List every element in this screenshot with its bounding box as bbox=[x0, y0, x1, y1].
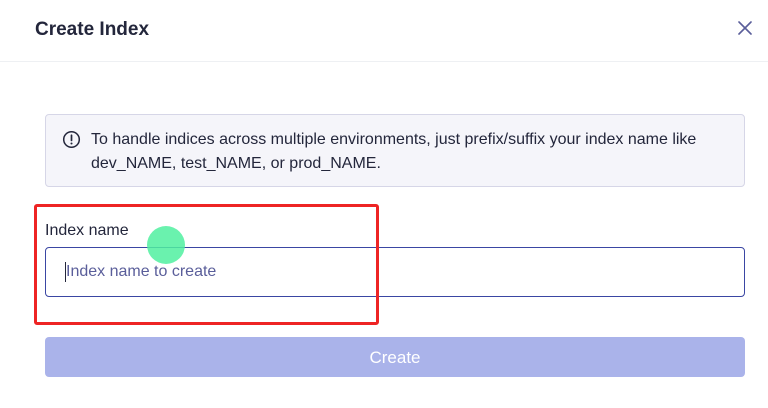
create-button[interactable]: Create bbox=[45, 337, 745, 377]
highlight-annotation bbox=[34, 204, 379, 325]
info-notice: To handle indices across multiple enviro… bbox=[45, 114, 745, 187]
dialog-title: Create Index bbox=[35, 19, 150, 40]
dialog-header: Create Index bbox=[0, 0, 768, 62]
close-button[interactable] bbox=[734, 17, 756, 39]
close-icon bbox=[738, 21, 752, 35]
cursor-indicator bbox=[147, 226, 185, 264]
create-index-dialog: Create Index To handle indices across mu… bbox=[0, 0, 768, 408]
info-text: To handle indices across multiple enviro… bbox=[91, 131, 697, 172]
info-circle-icon bbox=[62, 130, 81, 149]
